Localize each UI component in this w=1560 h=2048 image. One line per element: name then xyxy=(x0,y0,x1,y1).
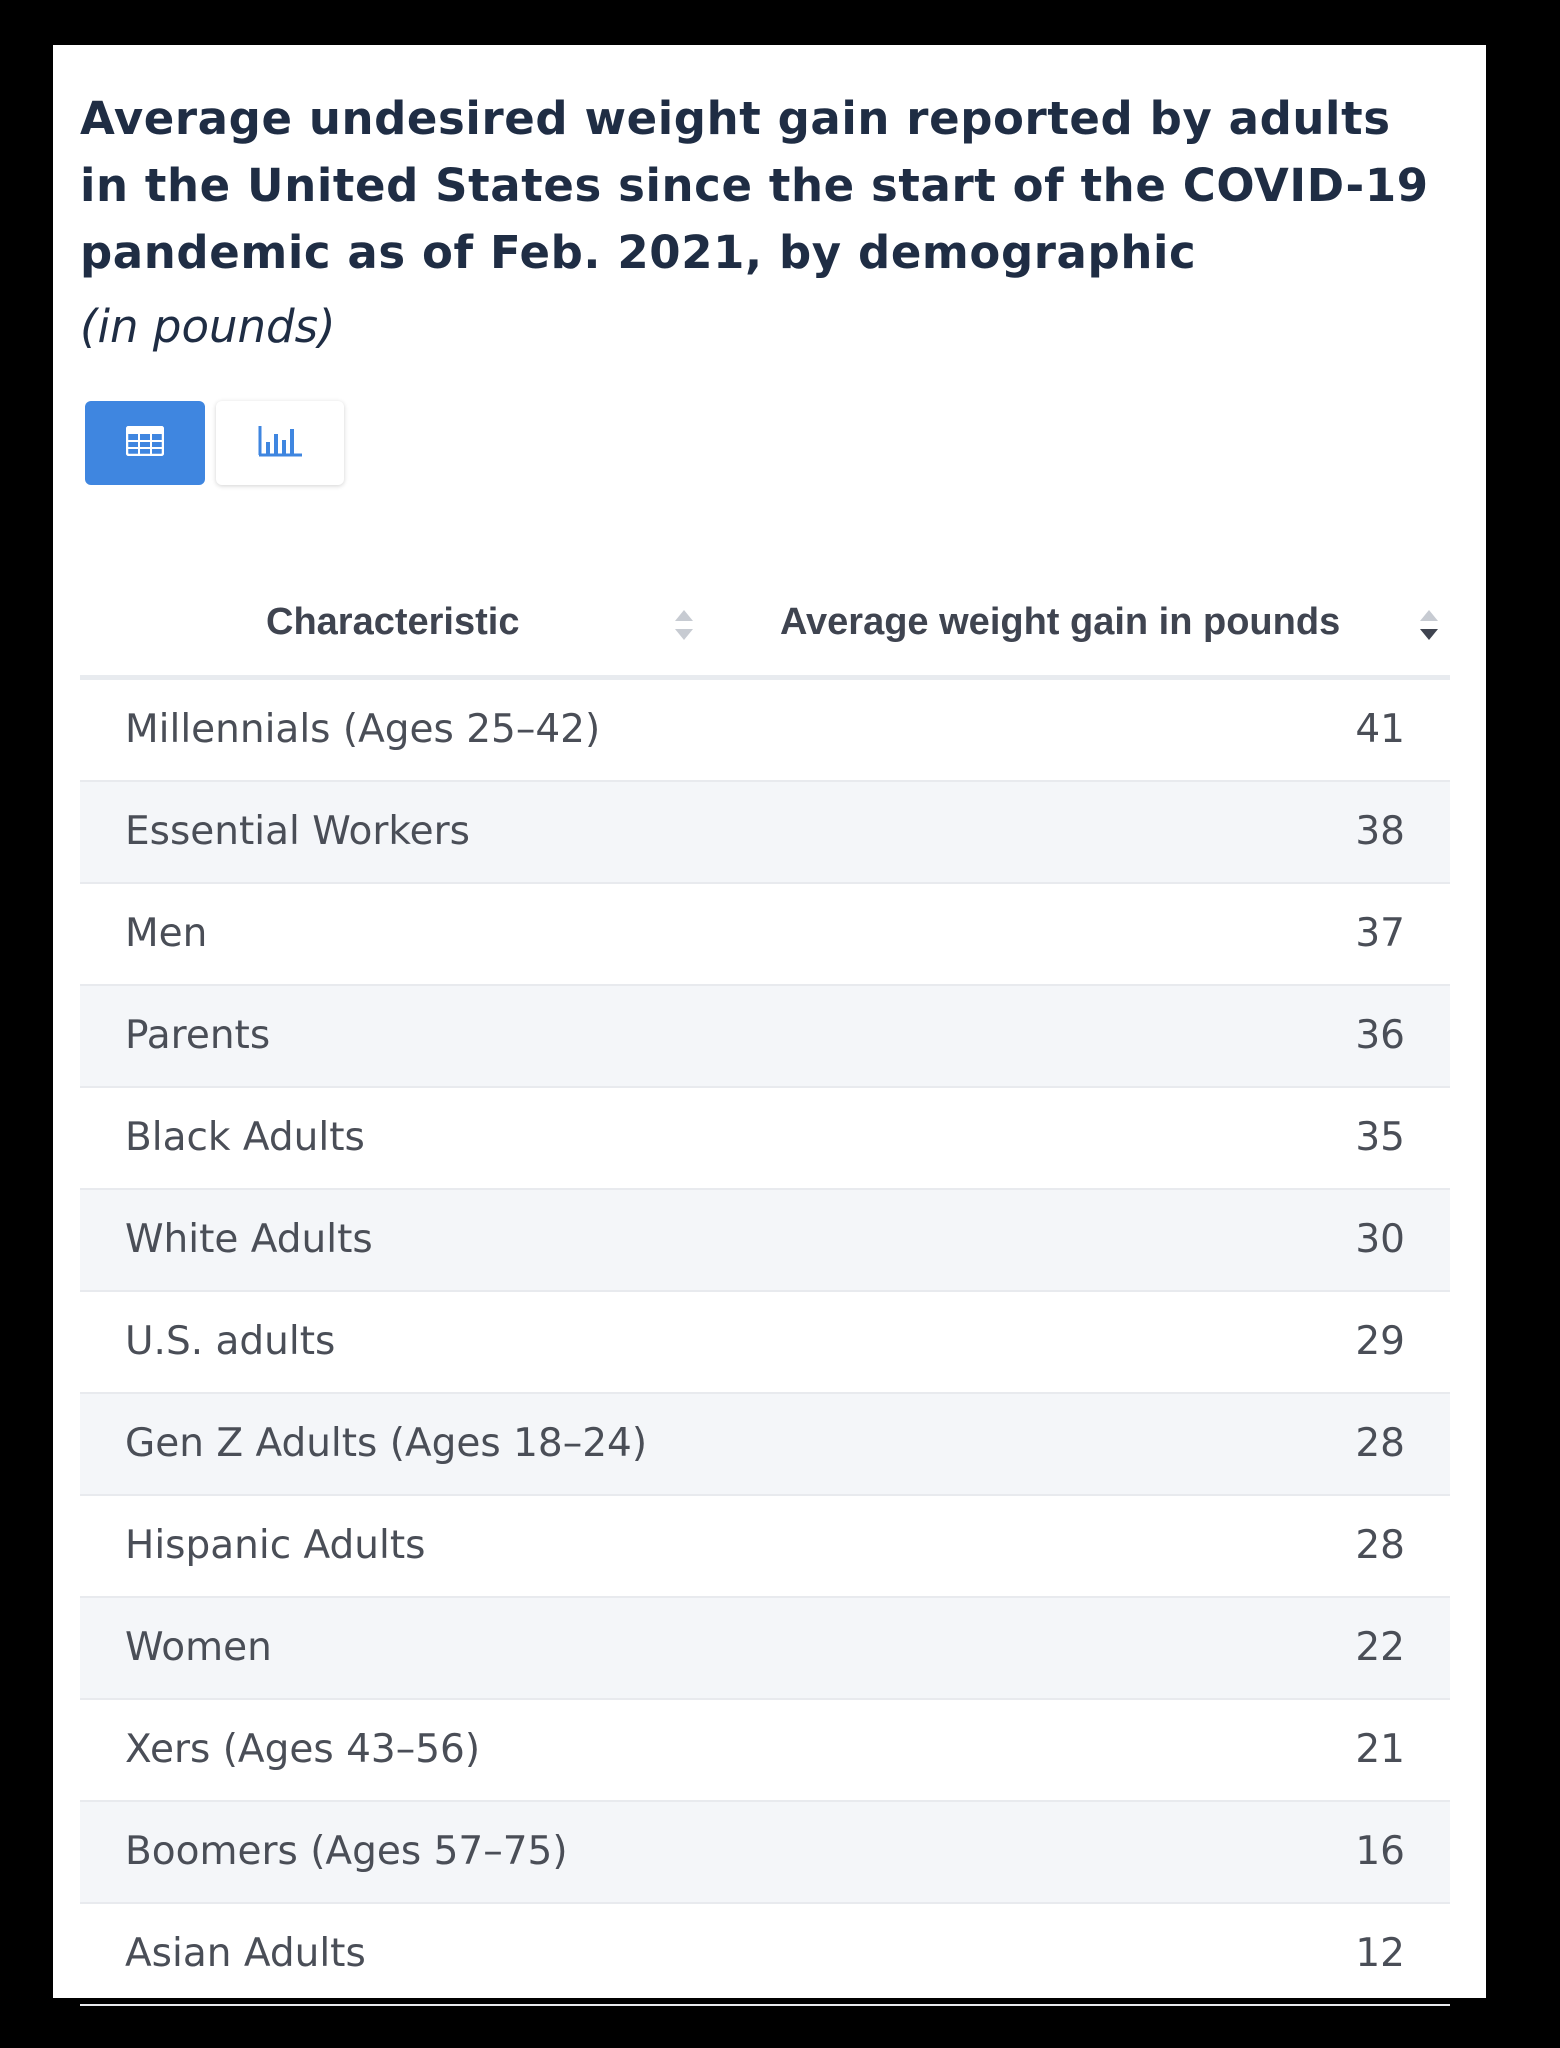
row-value: 22 xyxy=(1355,1625,1405,1670)
row-characteristic: Xers (Ages 43–56) xyxy=(125,1727,481,1772)
table-header: Characteristic Average weight gain in po… xyxy=(80,570,1450,680)
column-header-characteristic[interactable]: Characteristic xyxy=(80,570,720,675)
row-value: 41 xyxy=(1355,707,1405,752)
table-row: Millennials (Ages 25–42) 41 xyxy=(80,680,1450,782)
row-characteristic: Hispanic Adults xyxy=(125,1523,426,1568)
row-value: 37 xyxy=(1355,911,1405,956)
table-row: Black Adults 35 xyxy=(80,1088,1450,1190)
row-characteristic: Essential Workers xyxy=(125,809,470,854)
table-body: Millennials (Ages 25–42) 41 Essential Work… xyxy=(80,680,1450,2006)
table-row: Hispanic Adults 28 xyxy=(80,1496,1450,1598)
row-characteristic: White Adults xyxy=(125,1217,373,1262)
row-characteristic: Parents xyxy=(125,1013,271,1058)
sort-descending-icon xyxy=(1418,608,1440,652)
bar-chart-icon xyxy=(257,424,303,462)
column-header-label: Average weight gain in pounds xyxy=(780,601,1341,643)
column-header-label: Characteristic xyxy=(266,601,520,643)
row-value: 16 xyxy=(1355,1829,1405,1874)
row-characteristic: Asian Adults xyxy=(125,1931,366,1976)
row-value: 29 xyxy=(1355,1319,1405,1364)
column-header-average-weight-gain[interactable]: Average weight gain in pounds xyxy=(720,570,1450,675)
row-characteristic: Men xyxy=(125,911,208,956)
table-row: White Adults 30 xyxy=(80,1190,1450,1292)
table-row: Parents 36 xyxy=(80,986,1450,1088)
row-value: 28 xyxy=(1355,1421,1405,1466)
row-characteristic: Women xyxy=(125,1625,272,1670)
statistic-card: Average undesired weight gain reported b… xyxy=(53,45,1486,2006)
row-value: 21 xyxy=(1355,1727,1405,1772)
row-characteristic: Boomers (Ages 57–75) xyxy=(125,1829,568,1874)
chart-title: Average undesired weight gain reported b… xyxy=(80,92,1429,279)
row-characteristic: Black Adults xyxy=(125,1115,365,1160)
table-view-button[interactable] xyxy=(85,401,205,485)
table-grid-icon xyxy=(125,425,165,460)
table-row: Boomers (Ages 57–75) 16 xyxy=(80,1802,1450,1904)
table-row: Essential Workers 38 xyxy=(80,782,1450,884)
row-value: 12 xyxy=(1355,1931,1405,1976)
sort-neutral-icon xyxy=(673,608,695,652)
row-value: 38 xyxy=(1355,809,1405,854)
table-row: Asian Adults 12 xyxy=(80,1904,1450,2006)
chart-view-button[interactable] xyxy=(216,401,344,485)
table-row: Men 37 xyxy=(80,884,1450,986)
row-value: 36 xyxy=(1355,1013,1405,1058)
chart-subtitle: (in pounds) xyxy=(80,300,336,353)
row-characteristic: U.S. adults xyxy=(125,1319,336,1364)
row-characteristic: Gen Z Adults (Ages 18–24) xyxy=(125,1421,648,1466)
row-value: 35 xyxy=(1355,1115,1405,1160)
row-value: 30 xyxy=(1355,1217,1405,1262)
table-row: U.S. adults 29 xyxy=(80,1292,1450,1394)
table-row: Gen Z Adults (Ages 18–24) 28 xyxy=(80,1394,1450,1496)
row-characteristic: Millennials (Ages 25–42) xyxy=(125,707,601,752)
table-row: Women 22 xyxy=(80,1598,1450,1700)
row-value: 28 xyxy=(1355,1523,1405,1568)
table-row: Xers (Ages 43–56) 21 xyxy=(80,1700,1450,1802)
